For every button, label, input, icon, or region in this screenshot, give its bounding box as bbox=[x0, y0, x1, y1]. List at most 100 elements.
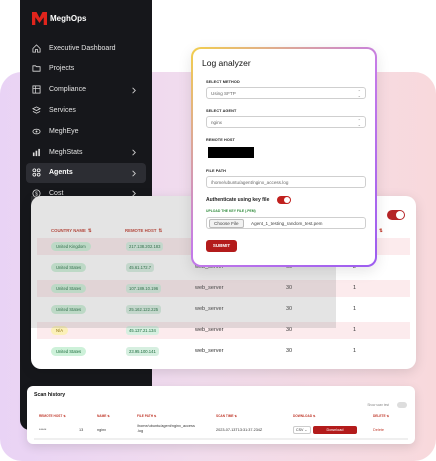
brand-name: MeghOps bbox=[50, 14, 87, 23]
attack-count: 1 bbox=[353, 348, 357, 354]
sh-col-scan-time[interactable]: SCAN TIME ⇅ bbox=[216, 414, 237, 418]
agent-name: web_server bbox=[195, 285, 224, 291]
remote-host-badge: 217.138.202.183 bbox=[126, 242, 164, 251]
dropdown-caret-icon: ⌃ ⌄ bbox=[357, 89, 361, 98]
key-file-input[interactable]: Choose File Agent_1_testing_random_test.… bbox=[206, 217, 366, 229]
show-scan-toggle[interactable] bbox=[397, 402, 407, 408]
col-country-name[interactable]: COUNTRY NAME ⇅ bbox=[51, 228, 91, 234]
request-count: 30 bbox=[286, 306, 293, 312]
select-agent-dropdown[interactable]: nginx ⌃ ⌄ bbox=[206, 116, 366, 128]
select-agent-label: SELECT AGENT bbox=[206, 109, 237, 113]
attack-count: 1 bbox=[353, 327, 357, 333]
sh-path-line1: /home/ubuntu/agent/nginx_access bbox=[137, 424, 195, 428]
agent-name: web_server bbox=[195, 348, 224, 354]
sidebar-item-meghstats[interactable]: MeghStats bbox=[26, 142, 146, 163]
sidebar-item-label: Services bbox=[49, 107, 76, 115]
sort-icon: ⇅ bbox=[158, 228, 163, 233]
attack-count: 1 bbox=[353, 306, 357, 312]
remote-host-badge: 25.162.122.225 bbox=[126, 305, 162, 314]
table-row[interactable]: United States 107.189.10.196 web_server 30 1 bbox=[37, 280, 410, 297]
remote-host-label: REMOTE HOST bbox=[206, 138, 235, 142]
remote-host-badge: 45.137.21.134 bbox=[126, 326, 159, 335]
table-row[interactable]: United States 23.95.100.141 web_server 30 1 bbox=[37, 343, 410, 360]
sidebar-item-label: Agents bbox=[49, 169, 73, 177]
country-badge: N/A bbox=[51, 326, 68, 335]
sh-col-delete[interactable]: DELETE ⇅ bbox=[373, 414, 389, 418]
sh-col-name[interactable]: NAME ⇅ bbox=[97, 414, 110, 418]
agent-name: web_server bbox=[195, 327, 224, 333]
scan-history-title: Scan history bbox=[34, 392, 66, 398]
auth-key-toggle[interactable] bbox=[277, 196, 291, 204]
sidebar-item-label: Projects bbox=[49, 65, 75, 73]
table-row[interactable]: N/A 45.137.21.134 web_server 30 1 bbox=[37, 322, 410, 339]
col-sort-extra[interactable]: ⇅ bbox=[377, 228, 383, 234]
remote-host-badge: 107.189.10.196 bbox=[126, 284, 162, 293]
bar-chart-icon bbox=[32, 148, 41, 157]
folder-icon bbox=[32, 64, 41, 73]
country-badge: United Kingdom bbox=[51, 242, 91, 251]
grid-icon bbox=[32, 85, 41, 94]
show-scan-label: Show scan test bbox=[367, 403, 389, 407]
file-path-label: FILE PATH bbox=[206, 169, 226, 173]
file-path-input[interactable]: /home/ubuntu/agent/nginx_access.log bbox=[206, 176, 366, 188]
sh-path-line2: .log bbox=[137, 429, 144, 433]
request-count: 30 bbox=[286, 348, 293, 354]
sidebar-item-compliance[interactable]: Compliance bbox=[26, 80, 146, 101]
sidebar-item-label: Executive Dashboard bbox=[49, 44, 116, 52]
request-count: 30 bbox=[286, 285, 293, 291]
sh-col-download[interactable]: DOWNLOAD ⇅ bbox=[293, 414, 316, 418]
col-remote-host[interactable]: REMOTE HOST ⇅ bbox=[125, 228, 162, 234]
home-icon bbox=[32, 44, 41, 53]
sh-col-remote-host[interactable]: REMOTE HOST ⇅ bbox=[39, 414, 66, 418]
download-button[interactable]: Download bbox=[313, 426, 357, 434]
sh-id: 13 bbox=[79, 428, 84, 432]
log-analyzer-modal: Log analyzer SELECT METHOD Using SFTP ⌃ ⌄… bbox=[191, 47, 377, 267]
sidebar-item-executive-dashboard[interactable]: Executive Dashboard bbox=[26, 38, 146, 59]
choose-file-button[interactable]: Choose File bbox=[209, 219, 244, 228]
agent-name: web_server bbox=[195, 306, 224, 312]
country-badge: United States bbox=[51, 263, 87, 272]
auth-key-label: Authenticate using key file bbox=[206, 197, 270, 203]
submit-button[interactable]: SUBMIT bbox=[206, 240, 237, 252]
sort-icon: ⇅ bbox=[87, 228, 92, 233]
sidebar-item-projects[interactable]: Projects bbox=[26, 59, 146, 80]
sort-icon: ⇅ bbox=[379, 228, 383, 233]
sh-remote-host: ***** bbox=[39, 428, 47, 432]
meghops-logo-icon bbox=[32, 12, 47, 25]
layers-icon bbox=[32, 106, 41, 115]
file-path-value: /home/ubuntu/agent/nginx_access.log bbox=[211, 180, 289, 185]
sh-name: nginx bbox=[97, 428, 107, 432]
sh-scan-time: 2023-07-13T13:31:37.234Z bbox=[216, 428, 263, 432]
remote-host-input-redacted[interactable] bbox=[208, 147, 254, 158]
sidebar-nav: Executive Dashboard Projects Compliance Ser… bbox=[26, 38, 146, 204]
remote-host-badge: 23.95.100.141 bbox=[126, 347, 159, 356]
sidebar-item-label: MeghEye bbox=[49, 128, 79, 136]
sidebar-item-agents[interactable]: Agents bbox=[26, 162, 146, 183]
remote-host-badge: 45.61.172.7 bbox=[126, 263, 155, 272]
format-select[interactable]: CSV ⌄ bbox=[293, 426, 311, 434]
sidebar-item-label: Compliance bbox=[49, 86, 86, 94]
table-toggle[interactable] bbox=[387, 210, 405, 220]
sidebar-item-label: MeghStats bbox=[49, 148, 83, 156]
sidebar-item-megheye[interactable]: MeghEye bbox=[26, 122, 146, 143]
chosen-file-name: Agent_1_testing_random_test.pem bbox=[251, 220, 323, 226]
modal-title: Log analyzer bbox=[202, 58, 251, 68]
agents-icon bbox=[32, 168, 41, 177]
request-count: 30 bbox=[286, 327, 293, 333]
upload-key-label: UPLOAD THE KEY FILE (.PEM) bbox=[206, 209, 256, 213]
country-badge: United States bbox=[51, 284, 87, 293]
chevron-right-icon bbox=[132, 149, 136, 156]
select-method-dropdown[interactable]: Using SFTP ⌃ ⌄ bbox=[206, 87, 366, 99]
table-row[interactable]: United States 25.162.122.225 web_server 30 1 bbox=[37, 301, 410, 318]
brand-logo[interactable]: MeghOps bbox=[32, 12, 86, 25]
sidebar-item-services[interactable]: Services bbox=[26, 101, 146, 122]
horizontal-scrollbar[interactable] bbox=[34, 438, 408, 440]
scan-history-card: Scan history Show scan test REMOTE HOST … bbox=[27, 386, 415, 444]
delete-link[interactable]: Delete bbox=[373, 428, 384, 432]
country-badge: United States bbox=[51, 305, 87, 314]
eye-icon bbox=[32, 127, 41, 136]
select-method-value: Using SFTP bbox=[211, 91, 236, 96]
chevron-right-icon bbox=[132, 86, 136, 94]
sh-col-file-path[interactable]: FILE PATH ⇅ bbox=[137, 414, 157, 418]
dropdown-caret-icon: ⌃ ⌄ bbox=[357, 118, 361, 127]
